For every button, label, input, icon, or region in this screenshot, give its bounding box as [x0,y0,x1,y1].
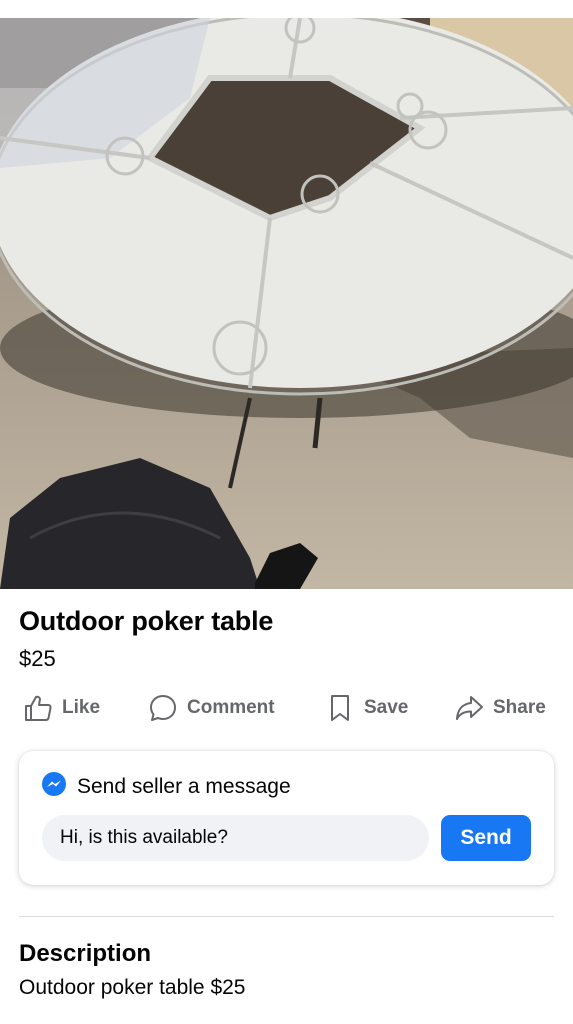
listing-price: $25 [19,646,56,671]
message-input[interactable] [42,815,429,861]
bookmark-icon [325,693,355,723]
share-button[interactable]: Share [454,688,546,728]
message-seller-card: Send seller a message Send [19,751,554,885]
messenger-icon [41,771,67,802]
description-text: Outdoor poker table $25 [19,976,246,999]
share-arrow-icon [454,693,484,723]
save-label: Save [364,697,409,718]
send-button[interactable]: Send [441,815,531,861]
listing-photo[interactable] [0,18,573,589]
comment-bubble-icon [148,693,178,723]
action-bar: Like Comment Save Share [0,688,573,728]
message-card-heading: Send seller a message [77,774,291,798]
like-button[interactable]: Like [23,688,100,728]
thumbs-up-icon [23,693,53,723]
divider [19,916,554,917]
message-card-header: Send seller a message [41,771,291,802]
save-button[interactable]: Save [325,688,408,728]
like-label: Like [62,697,101,718]
comment-button[interactable]: Comment [148,688,275,728]
share-label: Share [493,697,546,718]
comment-label: Comment [187,697,275,718]
listing-photo-illustration [0,18,573,589]
listing-title: Outdoor poker table [19,606,274,636]
description-heading: Description [19,940,152,967]
